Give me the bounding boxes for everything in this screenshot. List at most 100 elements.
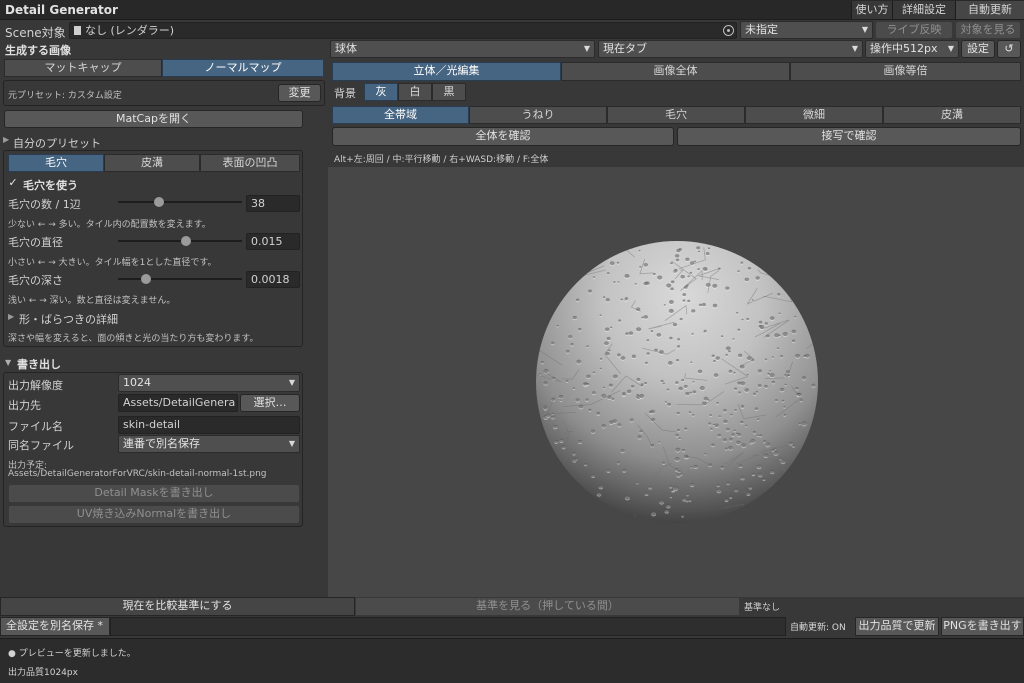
preview-shape-value: 球体 xyxy=(335,42,357,55)
baseline-status: 基準なし xyxy=(744,603,781,613)
planned-output-path: Assets/DetailGeneratorForVRC/skin-detail… xyxy=(8,469,267,479)
viewport-controls-hint: Alt+左:周回 / 中:平行移動 / 右+WASD:移動 / F:全体 xyxy=(334,155,549,165)
window-title: Detail Generator xyxy=(5,3,118,17)
pore-diameter-label: 毛穴の直径 xyxy=(8,236,63,249)
operation-resolution-dropdown[interactable]: 操作中512px ▼ xyxy=(865,40,959,58)
pore-depth-input[interactable]: 0.0018 xyxy=(246,271,300,288)
check-all-button[interactable]: 全体を確認 xyxy=(332,127,674,146)
slider-handle[interactable] xyxy=(141,274,151,284)
tab-3d-light-edit[interactable]: 立体／光編集 xyxy=(332,62,561,81)
resolution-label: 出力解像度 xyxy=(8,379,63,392)
same-name-dropdown[interactable]: 連番で別名保存 ▼ xyxy=(118,435,300,453)
slider-handle[interactable] xyxy=(181,236,191,246)
help-button[interactable]: 使い方 xyxy=(851,1,892,19)
tab-skin-grooves[interactable]: 皮溝 xyxy=(104,154,200,172)
chevron-down-icon: ▼ xyxy=(583,44,590,53)
pore-depth-slider[interactable] xyxy=(118,273,242,285)
export-detail-mask-button[interactable]: Detail Maskを書き出し xyxy=(8,484,300,503)
band-grooves-tab[interactable]: 皮溝 xyxy=(883,106,1021,124)
preview-viewport[interactable] xyxy=(328,167,1024,597)
scene-target-label: Scene対象 xyxy=(5,26,66,40)
band-all-tab[interactable]: 全帯域 xyxy=(332,106,469,124)
file-icon xyxy=(74,26,81,35)
status-message: ● プレビューを更新しました。 xyxy=(8,649,136,659)
tab-scope-value: 現在タブ xyxy=(603,42,647,55)
output-dest-label: 出力先 xyxy=(8,399,41,412)
foldout-expanded-icon[interactable]: ▼ xyxy=(5,358,11,367)
pore-depth-hint: 浅い ← → 深い。数と直径は変えません。 xyxy=(8,296,176,306)
my-presets-foldout[interactable]: 自分のプリセット xyxy=(13,135,101,151)
chevron-down-icon: ▼ xyxy=(288,439,295,448)
save-all-settings-button[interactable]: 全設定を別名保存 * xyxy=(0,617,110,636)
tab-matcap[interactable]: マットキャップ xyxy=(4,59,162,77)
bottom-spacer xyxy=(110,617,786,636)
use-pores-label: 毛穴を使う xyxy=(23,179,78,192)
operation-resolution-value: 操作中512px xyxy=(870,42,938,55)
same-name-value: 連番で別名保存 xyxy=(123,437,200,450)
set-baseline-button[interactable]: 現在を比較基準にする xyxy=(0,597,355,616)
tab-normal-map[interactable]: ノーマルマップ xyxy=(162,59,324,77)
live-reflect-button[interactable]: ライブ反映 xyxy=(875,21,953,39)
pore-diameter-slider[interactable] xyxy=(118,235,242,247)
pore-count-hint: 少ない ← → 多い。タイル内の配置数を変えます。 xyxy=(8,220,211,230)
use-pores-checkbox[interactable]: ✓ xyxy=(7,177,19,189)
pore-depth-label: 毛穴の深さ xyxy=(8,274,63,287)
band-undulation-tab[interactable]: うねり xyxy=(469,106,607,124)
scene-object-value: なし (レンダラー) xyxy=(85,24,175,37)
chevron-down-icon: ▼ xyxy=(851,44,858,53)
filename-input[interactable]: skin-detail xyxy=(118,416,300,434)
export-uv-normal-button[interactable]: UV焼き込みNormalを書き出し xyxy=(8,505,300,524)
tab-actual-size[interactable]: 画像等倍 xyxy=(790,62,1021,81)
pore-count-label: 毛穴の数 / 1辺 xyxy=(8,198,81,211)
tab-surface-bumps[interactable]: 表面の凹凸 xyxy=(200,154,300,172)
pore-count-input[interactable]: 38 xyxy=(246,195,300,212)
export-png-button[interactable]: PNGを書き出す xyxy=(941,617,1024,636)
shape-detail-foldout[interactable]: 形・ばらつきの詳細 xyxy=(19,311,118,327)
background-label: 背景 xyxy=(334,87,356,100)
slider-handle[interactable] xyxy=(154,197,164,207)
change-preset-button[interactable]: 変更 xyxy=(278,84,321,102)
sphere-preview xyxy=(536,241,818,523)
resolution-dropdown[interactable]: 1024 ▼ xyxy=(118,374,300,392)
bg-gray-button[interactable]: 灰 xyxy=(364,83,398,101)
slider-track xyxy=(118,278,242,280)
select-folder-button[interactable]: 選択… xyxy=(240,394,300,412)
advanced-settings-button[interactable]: 詳細設定 xyxy=(892,1,955,19)
export-header[interactable]: 書き出し xyxy=(17,356,61,372)
source-preset-text: 元プリセット: カスタム設定 xyxy=(8,91,122,101)
chevron-down-icon: ▼ xyxy=(288,378,295,387)
generate-header: 生成する画像 xyxy=(5,44,71,57)
foldout-collapsed-icon[interactable]: ▶ xyxy=(3,135,9,144)
tab-scope-dropdown[interactable]: 現在タブ ▼ xyxy=(598,40,863,58)
status-quality: 出力品質1024px xyxy=(8,668,78,678)
reset-icon[interactable]: ↺ xyxy=(997,40,1021,58)
filename-label: ファイル名 xyxy=(8,420,63,433)
view-target-button[interactable]: 対象を見る xyxy=(955,21,1021,39)
tab-whole-image[interactable]: 画像全体 xyxy=(561,62,790,81)
output-dest-field[interactable]: Assets/DetailGenera xyxy=(118,394,238,412)
preview-shape-dropdown[interactable]: 球体 ▼ xyxy=(330,40,595,58)
band-fine-tab[interactable]: 微細 xyxy=(745,106,883,124)
pore-diameter-input[interactable]: 0.015 xyxy=(246,233,300,250)
tab-pores[interactable]: 毛穴 xyxy=(8,154,104,172)
object-picker-icon[interactable] xyxy=(723,25,734,36)
bg-white-button[interactable]: 白 xyxy=(398,83,432,101)
update-output-quality-button[interactable]: 出力品質で更新 xyxy=(855,617,939,636)
scene-object-field[interactable]: なし (レンダラー) xyxy=(69,22,737,39)
pore-count-slider[interactable] xyxy=(118,196,242,208)
open-matcap-button[interactable]: MatCapを開く xyxy=(4,110,303,128)
status-area xyxy=(0,638,1024,683)
band-pores-tab[interactable]: 毛穴 xyxy=(607,106,745,124)
shape-detail-hint: 深さや幅を変えると、面の傾きと光の当たり方も変わります。 xyxy=(8,334,259,344)
bg-black-button[interactable]: 黒 xyxy=(432,83,466,101)
pore-diameter-hint: 小さい ← → 大きい。タイル幅を1とした直径です。 xyxy=(8,258,217,268)
target-dropdown-value: 未指定 xyxy=(745,23,778,36)
view-baseline-button[interactable]: 基準を見る（押している間） xyxy=(355,597,740,616)
check-closeup-button[interactable]: 接写で確認 xyxy=(677,127,1021,146)
foldout-collapsed-icon[interactable]: ▶ xyxy=(8,312,14,321)
auto-update-button[interactable]: 自動更新 xyxy=(955,1,1024,19)
chevron-down-icon: ▼ xyxy=(861,25,868,34)
settings-button[interactable]: 設定 xyxy=(961,40,995,58)
auto-update-status: 自動更新: ON xyxy=(790,623,846,633)
target-dropdown[interactable]: 未指定 ▼ xyxy=(740,21,873,39)
